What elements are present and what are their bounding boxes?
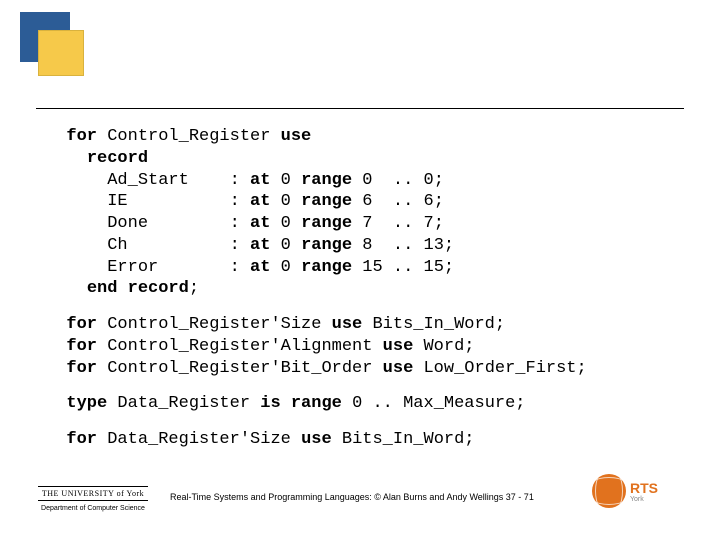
footer-caption: Real-Time Systems and Programming Langua… <box>170 492 534 502</box>
code-block-type: type Data_Register is range 0 .. Max_Mea… <box>46 393 674 415</box>
rts-subtext: York <box>630 496 658 503</box>
rts-logo: RTS York <box>592 470 682 512</box>
globe-icon <box>592 474 626 508</box>
university-logo: THE UNIVERSITY of York Department of Com… <box>38 484 148 512</box>
horizontal-rule <box>36 108 684 109</box>
code-listing: for Control_Register use record Ad_Start… <box>46 126 674 465</box>
university-name: THE UNIVERSITY of York <box>42 489 144 498</box>
slide-footer: THE UNIVERSITY of York Department of Com… <box>0 462 720 512</box>
code-block-for: for Control_Register'Size use Bits_In_Wo… <box>46 314 674 379</box>
department-name: Department of Computer Science <box>38 505 148 512</box>
code-block-record: for Control_Register use record Ad_Start… <box>46 126 674 300</box>
slide-decoration <box>20 12 80 72</box>
code-block-for2: for Data_Register'Size use Bits_In_Word; <box>46 429 674 451</box>
rts-text: RTS <box>630 480 658 496</box>
